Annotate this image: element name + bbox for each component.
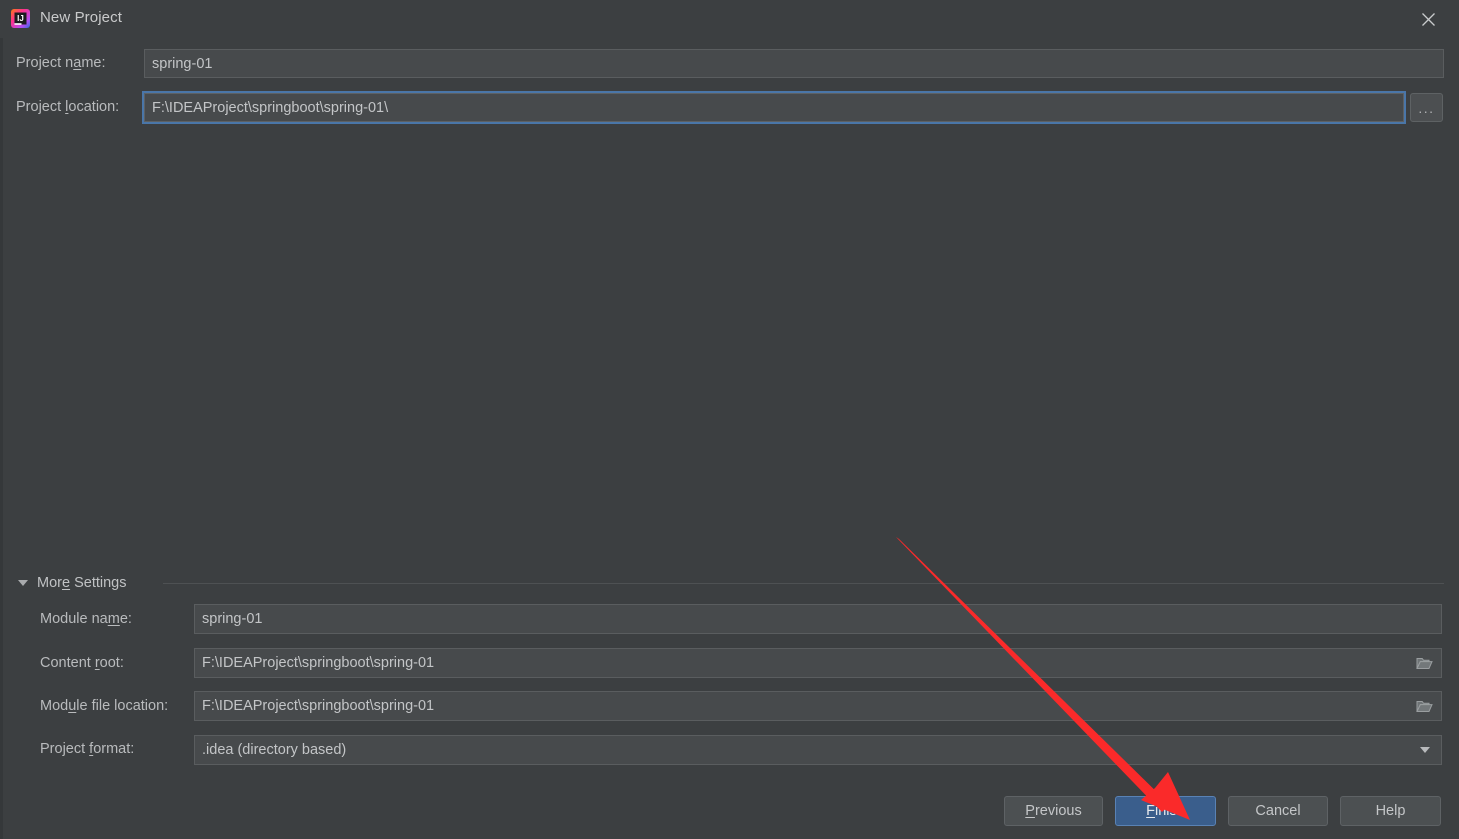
project-location-label-suffix: ocation: bbox=[68, 99, 120, 115]
module-file-location-label-prefix: Mod bbox=[40, 698, 69, 714]
new-project-dialog: IJ New Project Project name: spring-01 P… bbox=[0, 0, 1459, 839]
cancel-button-label: Cancel bbox=[1255, 803, 1301, 819]
folder-icon[interactable] bbox=[1411, 692, 1437, 720]
chevron-down-glyph bbox=[1420, 747, 1430, 753]
project-location-value: F:\IDEAProject\springboot\spring-01\ bbox=[152, 99, 389, 116]
project-location-label: Project location: bbox=[16, 99, 119, 115]
project-name-label-prefix: Project n bbox=[16, 55, 74, 71]
chevron-down-icon bbox=[18, 580, 28, 586]
help-button-label: Help bbox=[1375, 803, 1406, 819]
project-name-value: spring-01 bbox=[152, 55, 213, 72]
project-name-label-suffix: me: bbox=[81, 55, 106, 71]
project-format-select[interactable]: .idea (directory based) bbox=[194, 735, 1442, 765]
content-root-input[interactable]: F:\IDEAProject\springboot\spring-01 bbox=[194, 648, 1442, 678]
module-name-input[interactable]: spring-01 bbox=[194, 604, 1442, 634]
svg-text:IJ: IJ bbox=[17, 14, 24, 23]
finish-button[interactable]: Finish bbox=[1115, 796, 1216, 826]
more-settings-label-mnemonic: e bbox=[61, 575, 71, 591]
module-name-label-mnemonic: m bbox=[107, 611, 120, 627]
more-settings-label-suffix: Settings bbox=[70, 575, 127, 591]
module-name-value: spring-01 bbox=[202, 611, 263, 627]
project-location-input[interactable]: F:\IDEAProject\springboot\spring-01\ bbox=[142, 91, 1406, 124]
project-format-label-suffix: ormat: bbox=[93, 741, 135, 757]
ellipsis-icon[interactable]: ... bbox=[1410, 93, 1443, 122]
project-format-label: Project format: bbox=[40, 741, 134, 757]
module-file-location-label-suffix: le file location: bbox=[76, 698, 169, 714]
browse-button-label: ... bbox=[1418, 99, 1435, 116]
help-button[interactable]: Help bbox=[1340, 796, 1441, 826]
module-file-location-label: Module file location: bbox=[40, 698, 168, 714]
intellij-idea-icon: IJ bbox=[10, 8, 31, 29]
content-root-label-prefix: Content bbox=[40, 655, 95, 671]
dialog-title: New Project bbox=[40, 9, 122, 26]
chevron-down-icon[interactable] bbox=[1412, 736, 1438, 764]
project-name-input[interactable]: spring-01 bbox=[144, 49, 1444, 78]
dialog-left-edge bbox=[0, 0, 3, 839]
more-settings-label: More Settings bbox=[37, 575, 126, 591]
more-settings-separator bbox=[163, 583, 1444, 584]
module-file-location-input[interactable]: F:\IDEAProject\springboot\spring-01 bbox=[194, 691, 1442, 721]
finish-button-suffix: inish bbox=[1155, 803, 1185, 819]
content-root-value: F:\IDEAProject\springboot\spring-01 bbox=[202, 655, 435, 671]
module-file-location-value: F:\IDEAProject\springboot\spring-01 bbox=[202, 698, 435, 714]
close-icon[interactable] bbox=[1405, 2, 1451, 36]
dialog-titlebar: IJ New Project bbox=[0, 0, 1459, 38]
folder-icon[interactable] bbox=[1411, 649, 1437, 677]
more-settings-label-prefix: Mor bbox=[37, 575, 62, 591]
cancel-button[interactable]: Cancel bbox=[1228, 796, 1328, 826]
module-name-label-suffix: e: bbox=[119, 611, 132, 627]
project-name-label: Project name: bbox=[16, 55, 105, 71]
project-format-label-prefix: Project bbox=[40, 741, 90, 757]
content-root-label-suffix: oot: bbox=[99, 655, 124, 671]
finish-button-mnemonic: F bbox=[1146, 803, 1156, 819]
module-name-label-prefix: Module na bbox=[40, 611, 108, 627]
project-format-value: .idea (directory based) bbox=[202, 742, 347, 758]
previous-button-mnemonic: P bbox=[1025, 803, 1035, 819]
project-location-label-prefix: Project bbox=[16, 99, 66, 115]
previous-button[interactable]: Previous bbox=[1004, 796, 1103, 826]
module-name-label: Module name: bbox=[40, 611, 132, 627]
content-root-label: Content root: bbox=[40, 655, 124, 671]
more-settings-toggle[interactable]: More Settings bbox=[18, 573, 126, 593]
previous-button-suffix: revious bbox=[1034, 803, 1082, 819]
